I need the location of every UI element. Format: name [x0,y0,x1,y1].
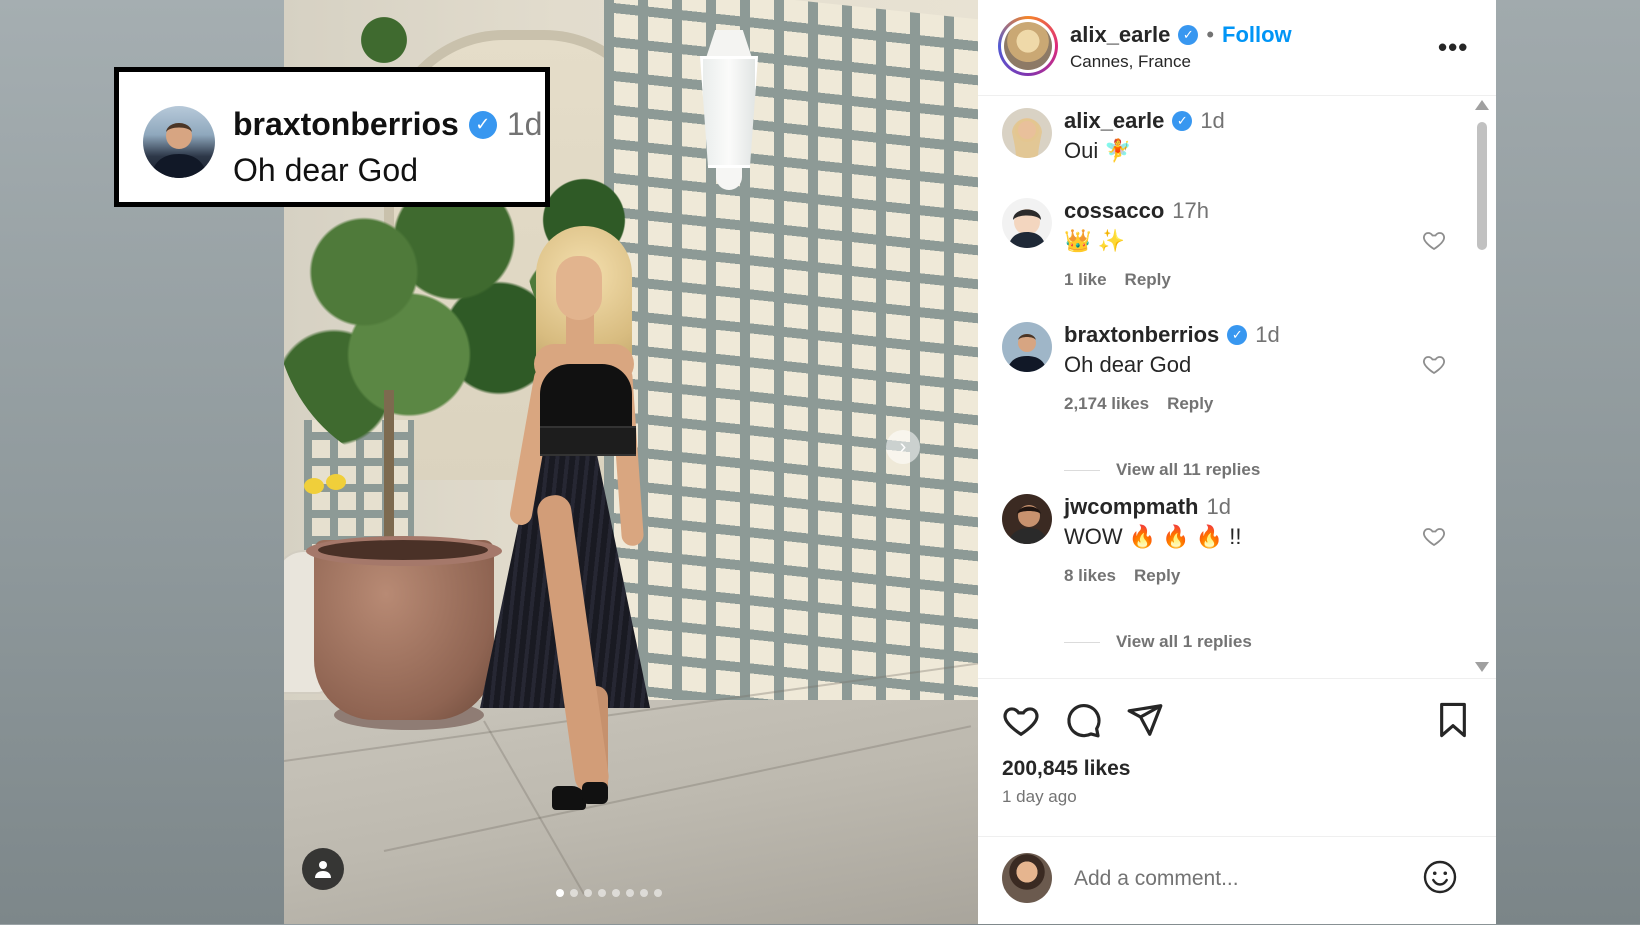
author-avatar[interactable] [998,16,1058,76]
verified-badge-icon: ✓ [1172,111,1193,131]
comment-text: 👑 ✨ [1064,228,1125,253]
comment-input[interactable] [1072,861,1406,897]
photo-lantern [694,20,764,195]
scroll-down-icon[interactable] [1475,662,1489,672]
avatar[interactable] [1002,108,1052,158]
callout-user-line: braxtonberrios ✓ 1d [233,106,542,143]
comment-user-line: braxtonberrios ✓ 1d [1064,322,1280,348]
callout-username: braxtonberrios [233,106,459,142]
separator: • [1206,22,1215,47]
add-comment-bar [978,836,1496,925]
divider [1064,469,1100,471]
share-icon[interactable] [1126,701,1164,739]
view-replies-button[interactable]: View all 1 replies [1064,632,1252,652]
heart-icon[interactable] [1422,524,1446,548]
reply-button[interactable]: Reply [1134,566,1180,586]
avatar[interactable] [1002,198,1052,248]
avatar[interactable] [1002,494,1052,544]
view-replies-label: View all 1 replies [1116,632,1252,651]
heart-icon[interactable] [1422,228,1446,252]
action-icons [1002,701,1164,739]
verified-badge-icon: ✓ [1227,325,1248,345]
comment-likes[interactable]: 1 like [1064,270,1107,290]
scroll-thumb[interactable] [1477,122,1487,250]
comment-text: Oui 🧚 [1064,138,1132,163]
comment-likes[interactable]: 8 likes [1064,566,1116,586]
comment-meta: 1 like Reply [1064,270,1171,290]
bookmark-icon[interactable] [1436,701,1470,739]
more-options-button[interactable]: ••• [1438,32,1468,63]
photo-lemon [304,478,324,494]
comment-callout: braxtonberrios ✓ 1d Oh dear God [114,67,550,207]
comment-user-line: alix_earle ✓ 1d [1064,108,1225,134]
comment-likes[interactable]: 2,174 likes [1064,394,1149,414]
callout-text: Oh dear God [233,152,418,188]
post-location[interactable]: Cannes, France [1070,52,1191,72]
likes-count[interactable]: 200,845 likes [1002,757,1130,781]
post-time: 1 day ago [1002,787,1077,806]
comment-username[interactable]: braxtonberrios [1064,322,1219,348]
view-replies-button[interactable]: View all 11 replies [1064,460,1260,480]
carousel-dot[interactable] [556,889,564,897]
user-tag-icon [315,861,331,878]
divider [1064,641,1100,643]
comment-time: 17h [1172,198,1210,223]
avatar [143,106,215,178]
photo-lemon [326,474,346,490]
photo-tree-trunk [384,390,394,560]
post-actions: 200,845 likes 1 day ago [978,678,1496,847]
comment-user-line: jwcompmath 1d [1064,494,1231,520]
author-line: alix_earle ✓ • Follow [1070,22,1292,48]
scroll-up-icon[interactable] [1475,100,1489,110]
comment-time: 1d [1200,108,1225,133]
avatar[interactable] [1002,322,1052,372]
reply-button[interactable]: Reply [1167,394,1213,414]
comment-time: 1d [1255,322,1280,347]
comment-time: 1d [1206,494,1231,519]
reply-button[interactable]: Reply [1125,270,1171,290]
carousel-dot[interactable] [570,889,578,897]
author-username[interactable]: alix_earle [1070,22,1170,48]
heart-icon[interactable] [1002,701,1040,739]
background-right [1496,0,1640,924]
carousel-dot[interactable] [654,889,662,897]
comment-meta: 2,174 likes Reply [1064,394,1213,414]
emoji-icon[interactable] [1422,859,1458,895]
callout-time: 1d [506,106,543,142]
view-replies-label: View all 11 replies [1116,460,1261,479]
comment-username[interactable]: jwcompmath [1064,494,1198,520]
chevron-right-icon: › [899,435,907,458]
post-panel: alix_earle ✓ • Follow Cannes, France •••… [978,0,1496,924]
comment-meta: 8 likes Reply [1064,566,1180,586]
comment-username[interactable]: alix_earle [1064,108,1164,134]
comment-text: Oh dear God [1064,352,1192,377]
comments-list: alix_earle ✓ 1d Oui 🧚 cossacco 17h 👑 ✨ 1… [978,96,1496,678]
verified-badge-icon: ✓ [468,110,497,139]
verified-badge-icon: ✓ [1178,25,1199,45]
follow-button[interactable]: Follow [1222,22,1292,48]
post-header: alix_earle ✓ • Follow Cannes, France ••• [978,0,1496,96]
heart-icon[interactable] [1422,352,1446,376]
comment-user-line: cossacco 17h [1064,198,1209,224]
carousel-next-button[interactable]: › [886,430,920,464]
carousel-dots [556,889,662,897]
user-tag-button[interactable] [302,848,344,890]
carousel-dot[interactable] [626,889,634,897]
comment-icon[interactable] [1064,701,1102,739]
carousel-dot[interactable] [640,889,648,897]
comment-text: WOW 🔥 🔥 🔥 !! [1064,524,1242,549]
comments-scrollbar[interactable] [1475,100,1489,672]
carousel-dot[interactable] [584,889,592,897]
comment-username[interactable]: cossacco [1064,198,1164,224]
avatar [1002,853,1052,903]
carousel-dot[interactable] [612,889,620,897]
photo-person [444,226,704,866]
carousel-dot[interactable] [598,889,606,897]
